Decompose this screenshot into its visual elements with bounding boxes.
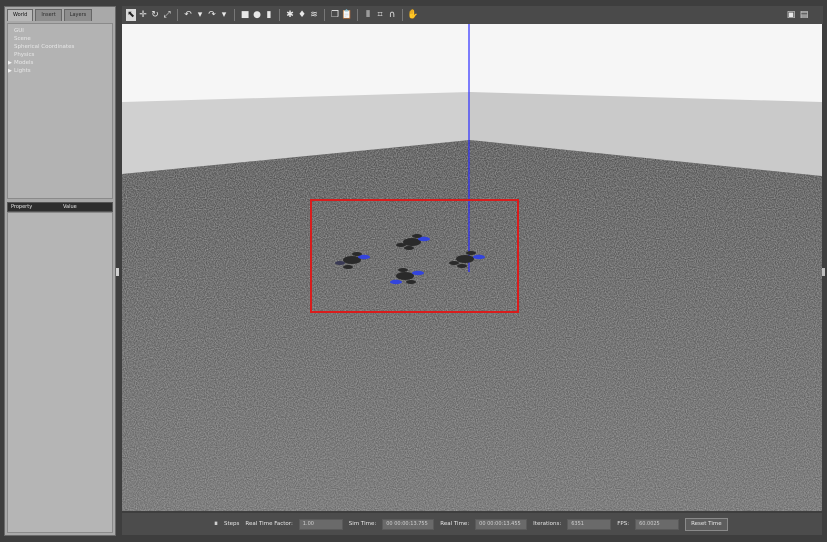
tree-item-spherical-coordinates[interactable]: Spherical Coordinates bbox=[8, 43, 112, 51]
change-view-icon[interactable]: ✋ bbox=[407, 9, 418, 21]
sphere-shape-icon[interactable]: ● bbox=[252, 9, 262, 21]
left-panel: World Insert Layers GUI Scene Spherical … bbox=[4, 6, 116, 536]
real-time-factor-field: 1.00 bbox=[298, 518, 343, 530]
toolbar-separator bbox=[177, 9, 178, 21]
directional-light-icon[interactable]: ≋ bbox=[309, 9, 319, 21]
3d-viewport[interactable] bbox=[122, 24, 822, 511]
real-time-factor-label: Real Time Factor: bbox=[245, 521, 293, 527]
left-panel-tabs: World Insert Layers bbox=[7, 9, 93, 21]
tab-world[interactable]: World bbox=[7, 9, 34, 21]
redo-dropdown-icon[interactable]: ▾ bbox=[219, 9, 229, 21]
magnet-icon[interactable]: ∩ bbox=[387, 9, 397, 21]
scale-icon[interactable]: ⤢ bbox=[162, 9, 172, 21]
main-toolbar: ⬉ ✛ ↻ ⤢ ↶ ▾ ↷ ▾ ■ ● ▮ ✱ ♦ ≋ ❐ 📋 ⫴ ⌗ ∩ ✋ … bbox=[122, 6, 823, 24]
sim-time-label: Sim Time: bbox=[348, 521, 377, 527]
tree-item-physics[interactable]: Physics bbox=[8, 51, 112, 59]
tree-item-scene[interactable]: Scene bbox=[8, 35, 112, 43]
sim-time-field: 00 00:00:13.755 bbox=[382, 518, 435, 530]
toolbar-right-group: ▣ ▤ bbox=[786, 9, 809, 21]
iterations-field: 6351 bbox=[567, 518, 612, 530]
selection-highlight-box bbox=[310, 199, 519, 313]
world-tree: GUI Scene Spherical Coordinates Physics … bbox=[7, 23, 113, 199]
real-time-field: 00 00:00:13.455 bbox=[475, 518, 528, 530]
undo-dropdown-icon[interactable]: ▾ bbox=[195, 9, 205, 21]
arrow-select-icon[interactable]: ⬉ bbox=[126, 9, 136, 21]
fps-field: 60.0025 bbox=[635, 518, 680, 530]
steps-label[interactable]: Steps bbox=[224, 521, 239, 527]
toolbar-separator bbox=[324, 9, 325, 21]
align-icon[interactable]: ⫴ bbox=[363, 9, 373, 21]
ground-texture bbox=[122, 140, 822, 511]
spot-light-icon[interactable]: ♦ bbox=[297, 9, 307, 21]
value-column-header[interactable]: Value bbox=[60, 203, 112, 211]
property-column-header[interactable]: Property bbox=[8, 203, 60, 211]
tree-item-lights[interactable]: ▶ Lights bbox=[8, 67, 112, 75]
property-table bbox=[7, 212, 113, 533]
toolbar-separator bbox=[234, 9, 235, 21]
copy-icon[interactable]: ❐ bbox=[330, 9, 340, 21]
property-table-header: Property Value bbox=[7, 202, 113, 212]
log-icon[interactable]: ▤ bbox=[799, 9, 809, 21]
time-panel: ⏸ Steps Real Time Factor: 1.00 Sim Time:… bbox=[122, 513, 822, 535]
paste-icon[interactable]: 📋 bbox=[341, 9, 352, 21]
cylinder-shape-icon[interactable]: ▮ bbox=[264, 9, 274, 21]
real-time-label: Real Time: bbox=[440, 521, 470, 527]
gazebo-window: World Insert Layers GUI Scene Spherical … bbox=[0, 0, 827, 542]
translate-icon[interactable]: ✛ bbox=[138, 9, 148, 21]
point-light-icon[interactable]: ✱ bbox=[285, 9, 295, 21]
iterations-label: Iterations: bbox=[533, 521, 562, 527]
pause-icon[interactable]: ⏸ bbox=[214, 519, 218, 529]
fps-label: FPS: bbox=[617, 521, 630, 527]
reset-time-button[interactable]: Reset Time bbox=[685, 517, 728, 531]
tab-insert[interactable]: Insert bbox=[35, 9, 62, 21]
left-panel-collapse-handle[interactable] bbox=[116, 268, 119, 276]
snap-icon[interactable]: ⌗ bbox=[375, 9, 385, 21]
right-panel-collapse-handle[interactable] bbox=[822, 268, 825, 276]
box-shape-icon[interactable]: ■ bbox=[240, 9, 250, 21]
undo-icon[interactable]: ↶ bbox=[183, 9, 193, 21]
toolbar-separator bbox=[402, 9, 403, 21]
tree-item-gui[interactable]: GUI bbox=[8, 27, 112, 35]
toolbar-separator bbox=[279, 9, 280, 21]
rotate-icon[interactable]: ↻ bbox=[150, 9, 160, 21]
tree-item-models[interactable]: ▶ Models bbox=[8, 59, 112, 67]
toolbar-separator bbox=[357, 9, 358, 21]
screenshot-icon[interactable]: ▣ bbox=[786, 9, 796, 21]
tab-layers[interactable]: Layers bbox=[63, 9, 93, 21]
redo-icon[interactable]: ↷ bbox=[207, 9, 217, 21]
